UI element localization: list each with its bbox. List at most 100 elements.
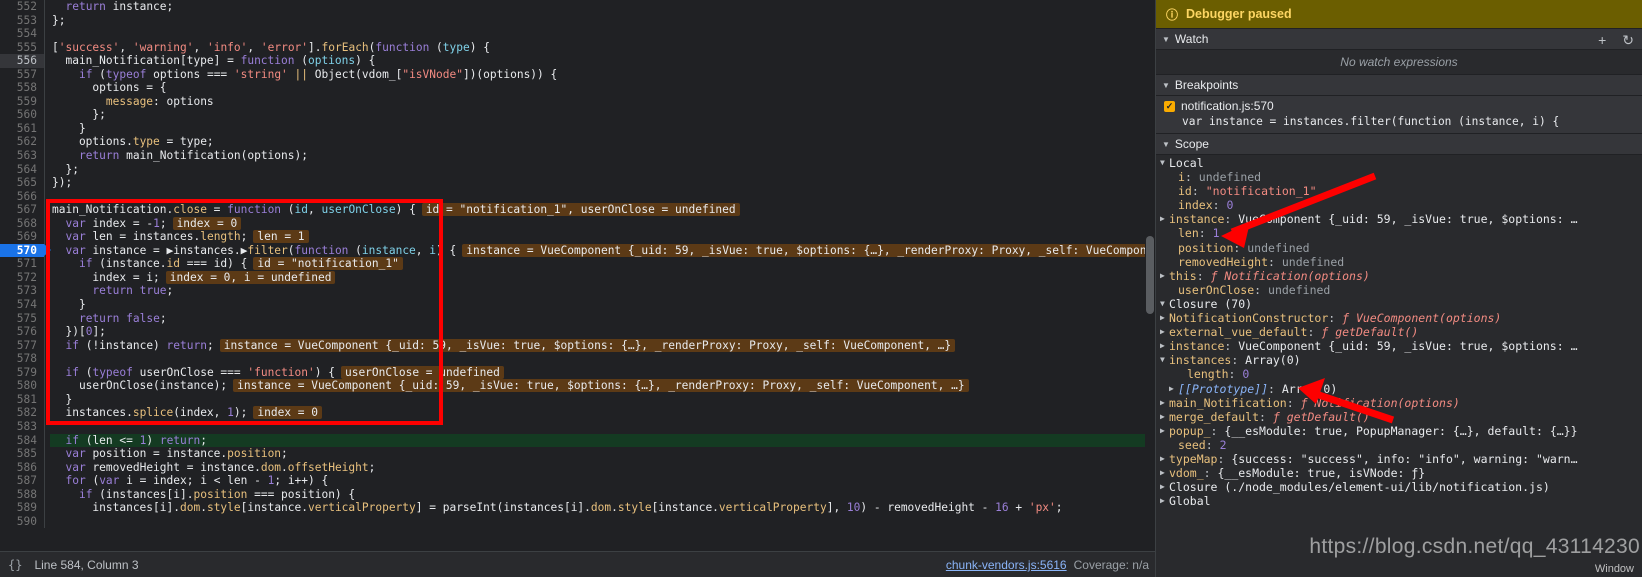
- scope-property-value[interactable]: 0: [1226, 198, 1233, 212]
- line-number[interactable]: 578: [0, 352, 44, 366]
- code-line[interactable]: 588 if (instances[i].position === positi…: [0, 487, 1155, 502]
- code-line[interactable]: 557 if (typeof options === 'string' || O…: [0, 67, 1155, 82]
- scope-property-row[interactable]: ▶ popup_: {__esModule: true, PopupManager…: [1156, 424, 1642, 438]
- code-line[interactable]: 586 var removedHeight = instance.dom.off…: [0, 460, 1155, 475]
- code-line[interactable]: 558 options = {: [0, 81, 1155, 95]
- chevron-down-icon[interactable]: ▼: [1160, 353, 1169, 367]
- line-number[interactable]: 552: [0, 0, 44, 14]
- line-number[interactable]: 565: [0, 176, 44, 190]
- code-scroll-area[interactable]: 552 return instance; 553}; 554 555 ['success…: [0, 0, 1155, 551]
- code-line[interactable]: 580 userOnClose(instance); instance = Vue…: [0, 379, 1155, 393]
- line-number[interactable]: 557: [0, 67, 44, 82]
- code-line[interactable]: 567 main_Notification.close = function (i…: [0, 203, 1155, 217]
- code-line[interactable]: 555 ['success', 'warning', 'info', 'error…: [0, 40, 1155, 55]
- code-line[interactable]: 553};: [0, 13, 1155, 28]
- breakpoint-checkbox[interactable]: ✓: [1164, 100, 1175, 112]
- scope-property-value[interactable]: undefined: [1199, 170, 1261, 184]
- scope-property-row[interactable]: ▶ [[Prototype]]: Array(0): [1156, 382, 1642, 396]
- line-number[interactable]: 567: [0, 203, 44, 217]
- line-number[interactable]: 577: [0, 338, 44, 353]
- code-line[interactable]: 576 })[0];: [0, 325, 1155, 339]
- line-number[interactable]: 573: [0, 284, 44, 299]
- scope-property-row[interactable]: position: undefined: [1156, 241, 1642, 255]
- chevron-right-icon[interactable]: ▶: [1160, 466, 1169, 480]
- code-line[interactable]: 590: [0, 514, 1155, 529]
- scope-property-value[interactable]: VueComponent {_uid: 59, _isVue: true, $o…: [1238, 339, 1577, 353]
- breakpoint-list-item[interactable]: ✓ notification.js:570 var instance = ins…: [1156, 96, 1642, 133]
- editor-vertical-scrollbar[interactable]: [1145, 0, 1155, 551]
- line-number[interactable]: 584: [0, 433, 44, 448]
- line-number[interactable]: 575: [0, 311, 44, 326]
- code-line[interactable]: 562 options.type = type;: [0, 135, 1155, 150]
- refresh-watch-icon[interactable]: ↻: [1622, 33, 1634, 47]
- scope-group-header[interactable]: ▶ Closure (./node_modules/element-ui/lib/…: [1156, 480, 1642, 494]
- code-line[interactable]: 552 return instance;: [0, 0, 1155, 14]
- code-line[interactable]: 569 var len = instances.length; len = 1: [0, 230, 1155, 244]
- line-number[interactable]: 579: [0, 365, 44, 380]
- scope-property-row[interactable]: length: 0: [1156, 367, 1642, 381]
- line-number[interactable]: 553: [0, 13, 44, 28]
- scope-property-value[interactable]: {__esModule: true, isVNode: ƒ}: [1217, 466, 1425, 480]
- scope-property-row[interactable]: ▶ instance: VueComponent {_uid: 59, _isVu…: [1156, 339, 1642, 353]
- code-line[interactable]: 589 instances[i].dom.style[instance.vert…: [0, 501, 1155, 515]
- chevron-right-icon[interactable]: ▶: [1160, 396, 1169, 410]
- scope-property-value[interactable]: ƒ getDefault(): [1273, 410, 1370, 424]
- chevron-right-icon[interactable]: ▶: [1160, 212, 1169, 226]
- line-number[interactable]: 572: [0, 270, 44, 285]
- scope-property-value[interactable]: 1: [1213, 226, 1220, 240]
- pretty-print-icon[interactable]: {}: [8, 558, 22, 572]
- line-number[interactable]: 576: [0, 325, 44, 339]
- line-number[interactable]: 566: [0, 189, 44, 204]
- editor-scrollbar-thumb[interactable]: [1146, 236, 1154, 314]
- code-line[interactable]: 556 main_Notification[type] = function (…: [0, 54, 1155, 68]
- line-number[interactable]: 560: [0, 108, 44, 122]
- code-line[interactable]: 575 return false;: [0, 311, 1155, 326]
- code-line[interactable]: 571 if (instance.id === id) {id = "notif…: [0, 257, 1155, 271]
- scope-group-header[interactable]: ▼ Closure (70): [1156, 297, 1642, 311]
- scope-property-row[interactable]: ▶ main_Notification: ƒ Notification(optio…: [1156, 396, 1642, 410]
- scope-property-row[interactable]: ▼ instances: Array(0): [1156, 353, 1642, 367]
- scope-property-row[interactable]: seed: 2: [1156, 438, 1642, 452]
- line-number[interactable]: 568: [0, 216, 44, 231]
- scope-property-row[interactable]: ▶ this: ƒ Notification(options): [1156, 269, 1642, 283]
- line-number[interactable]: 586: [0, 460, 44, 475]
- scope-property-value[interactable]: undefined: [1268, 283, 1330, 297]
- code-line[interactable]: 564 };: [0, 162, 1155, 177]
- scope-property-row[interactable]: ▶ merge_default: ƒ getDefault(): [1156, 410, 1642, 424]
- code-line[interactable]: 573 return true;: [0, 284, 1155, 299]
- watch-section-header[interactable]: ▼ Watch + ↻: [1156, 28, 1642, 50]
- scope-property-value[interactable]: ƒ Notification(options): [1301, 396, 1460, 410]
- code-line[interactable]: 570 var instance = ▶instances.▶filter(fu…: [0, 243, 1155, 258]
- code-line[interactable]: 577 if (!instance) return; instance = Vue…: [0, 338, 1155, 353]
- line-number[interactable]: 574: [0, 298, 44, 312]
- code-line[interactable]: 587 for (var i = index; i < len - 1; i++…: [0, 474, 1155, 488]
- scope-property-row[interactable]: removedHeight: undefined: [1156, 255, 1642, 269]
- code-line[interactable]: 581 }: [0, 392, 1155, 407]
- chevron-right-icon[interactable]: ▶: [1160, 325, 1169, 339]
- chevron-right-icon[interactable]: ▶: [1160, 452, 1169, 466]
- code-line[interactable]: 583: [0, 419, 1155, 434]
- code-line[interactable]: 565});: [0, 176, 1155, 190]
- scope-property-row[interactable]: ▶ vdom_: {__esModule: true, isVNode: ƒ}: [1156, 466, 1642, 480]
- line-number[interactable]: 555: [0, 40, 44, 55]
- scope-property-row[interactable]: ▶ instance: VueComponent {_uid: 59, _isVu…: [1156, 212, 1642, 226]
- line-number[interactable]: 587: [0, 474, 44, 488]
- line-number[interactable]: 588: [0, 487, 44, 502]
- code-line[interactable]: 574 }: [0, 298, 1155, 312]
- scope-property-row[interactable]: len: 1: [1156, 226, 1642, 240]
- scope-property-row[interactable]: index: 0: [1156, 198, 1642, 212]
- scope-property-value[interactable]: Array(0): [1282, 382, 1337, 396]
- chevron-right-icon[interactable]: ▶: [1160, 410, 1169, 424]
- code-line[interactable]: 578: [0, 352, 1155, 366]
- scope-group-header[interactable]: ▼ Local: [1156, 156, 1642, 170]
- line-number[interactable]: 554: [0, 27, 44, 41]
- code-line[interactable]: 566: [0, 189, 1155, 204]
- scope-property-value[interactable]: ƒ Notification(options): [1211, 269, 1370, 283]
- scope-property-row[interactable]: ▶ typeMap: {success: "success", info: "in…: [1156, 452, 1642, 466]
- line-number[interactable]: 580: [0, 379, 44, 393]
- line-number[interactable]: 558: [0, 81, 44, 95]
- scope-property-value[interactable]: {__esModule: true, PopupManager: {…}, de…: [1224, 424, 1577, 438]
- line-number[interactable]: 563: [0, 149, 44, 163]
- chevron-right-icon[interactable]: ▶: [1160, 339, 1169, 353]
- line-number[interactable]: 559: [0, 94, 44, 109]
